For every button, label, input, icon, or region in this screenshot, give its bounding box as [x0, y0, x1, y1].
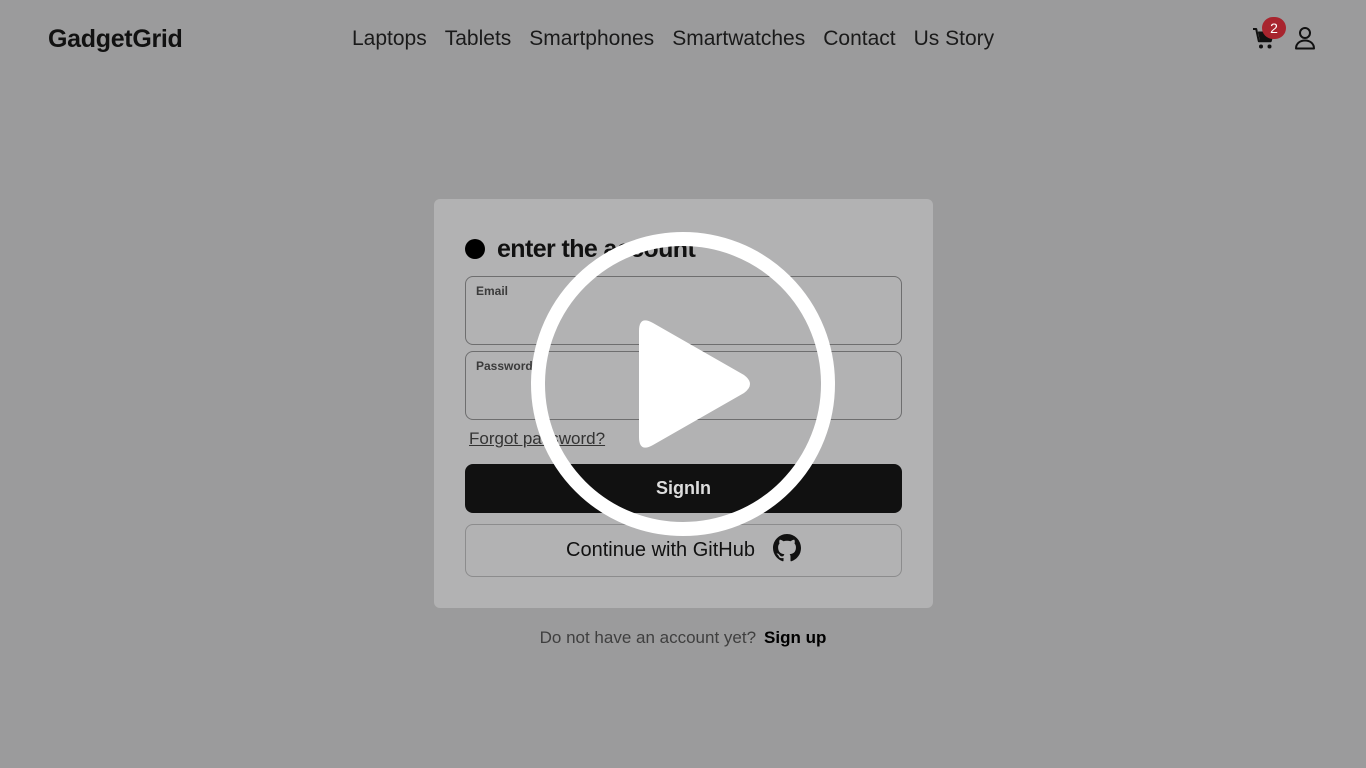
user-icon[interactable]	[1294, 26, 1316, 50]
password-label: Password	[476, 359, 533, 373]
nav-tablets[interactable]: Tablets	[445, 27, 512, 55]
signup-link[interactable]: Sign up	[764, 628, 826, 652]
title-dot-icon	[465, 239, 485, 259]
main-nav: Laptops Tablets Smartphones Smartwatches…	[352, 27, 994, 55]
play-icon[interactable]	[530, 231, 836, 537]
email-label: Email	[476, 284, 509, 298]
signup-prompt: Do not have an account yet? Sign up	[0, 628, 1366, 652]
nav-us-story[interactable]: Us Story	[914, 27, 995, 55]
cart-count-badge: 2	[1262, 17, 1286, 39]
signup-prompt-text: Do not have an account yet?	[539, 628, 757, 647]
github-button-label: Continue with GitHub	[566, 539, 755, 561]
site-header: GadgetGrid Laptops Tablets Smartphones S…	[0, 0, 1366, 80]
nav-contact[interactable]: Contact	[823, 27, 895, 55]
github-icon	[772, 533, 801, 568]
nav-smartphones[interactable]: Smartphones	[529, 27, 654, 55]
brand-logo[interactable]: GadgetGrid	[48, 25, 183, 54]
nav-smartwatches[interactable]: Smartwatches	[672, 27, 805, 55]
nav-laptops[interactable]: Laptops	[352, 27, 427, 55]
